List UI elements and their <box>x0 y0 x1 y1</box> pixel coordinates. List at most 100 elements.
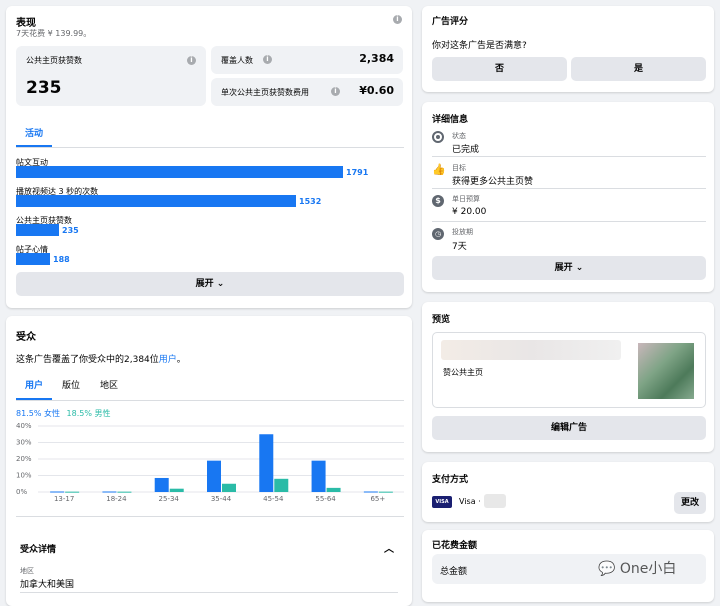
info-icon[interactable]: i <box>393 15 402 24</box>
x-tick-label: 13-17 <box>54 495 74 503</box>
y-tick-label: 0% <box>16 488 27 496</box>
bar-female-25-34[interactable] <box>154 477 169 492</box>
bar-male-55-64[interactable] <box>326 487 341 492</box>
bar-female-13-17[interactable] <box>50 491 65 493</box>
edit-ad-button[interactable]: 编辑广告 <box>432 416 706 440</box>
audience-desc-suffix: 。 <box>176 355 186 365</box>
bar-video-plays <box>16 195 296 207</box>
details-expand-button[interactable]: 展开 ⌄ <box>432 256 706 280</box>
info-icon[interactable]: i <box>263 55 272 64</box>
preview-caption: 赞公共主页 <box>443 368 483 377</box>
watermark-text: One小白 <box>619 561 677 577</box>
reach-value: 2,384 <box>359 52 394 65</box>
chart-svg: 40% 30% 20% 10% 0% 13-17 18-24 25-34 35-44 45-54 5… <box>16 422 404 503</box>
page-likes-value: 235 <box>26 78 62 98</box>
chevron-up-icon[interactable]: ︿ <box>384 540 394 555</box>
performance-title: 表现 <box>16 18 36 29</box>
wechat-icon: 💬 <box>598 561 616 577</box>
preview-title: 预览 <box>432 315 451 325</box>
detail-label: 投放期 <box>452 228 473 236</box>
legend-female: 81.5% 女性 <box>16 409 60 418</box>
bar-male-35-44[interactable] <box>222 483 236 492</box>
dollar-icon: $ <box>432 195 444 207</box>
tab-activity[interactable]: 活动 <box>25 126 43 139</box>
audience-title: 受众 <box>16 332 36 343</box>
detail-value: 已完成 <box>452 145 480 155</box>
divider <box>16 516 404 517</box>
x-tick-label: 55-64 <box>315 495 336 503</box>
bar-value: 235 <box>62 226 79 235</box>
bar-male-65+[interactable] <box>378 491 393 493</box>
divider <box>432 188 706 189</box>
blurred-card-number <box>484 494 506 508</box>
region-value: 加拿大和美国 <box>20 580 75 590</box>
rating-title: 广告评分 <box>432 17 469 27</box>
tab-users[interactable]: 用户 <box>25 378 43 391</box>
y-tick-label: 20% <box>16 455 32 463</box>
payment-card: 支付方式 VISA Visa · 更改 <box>422 462 714 522</box>
chart-legend: 81.5% 女性 18.5% 男性 <box>16 408 110 419</box>
bar-female-45-54[interactable] <box>259 434 274 492</box>
divider <box>16 147 404 148</box>
detail-label: 状态 <box>452 132 466 140</box>
bar-female-65+[interactable] <box>363 491 378 493</box>
total-label: 总金额 <box>440 567 468 577</box>
divider <box>16 400 404 401</box>
x-tick-label: 18-24 <box>106 495 127 503</box>
bar-male-25-34[interactable] <box>169 488 184 492</box>
bar-female-55-64[interactable] <box>311 460 326 492</box>
bar-male-18-24[interactable] <box>117 491 132 493</box>
bar-value: 1791 <box>346 168 369 177</box>
bar-page-likes <box>16 224 59 236</box>
detail-label: 目标 <box>452 164 466 172</box>
info-icon[interactable]: i <box>187 56 196 65</box>
no-button[interactable]: 否 <box>432 57 567 81</box>
reach-box: 覆盖人数 i 2,384 <box>211 46 403 74</box>
bar-male-45-54[interactable] <box>274 478 289 492</box>
thumbs-up-icon: 👍 <box>432 163 446 176</box>
rating-card: 广告评分 你对这条广告是否满意? 否 是 <box>422 6 714 92</box>
audience-description: 这条广告覆盖了你受众中的2,384位用户。 <box>16 352 186 365</box>
age-gender-chart: 40% 30% 20% 10% 0% 13-17 18-24 25-34 35-44 45-54 5… <box>6 420 412 510</box>
x-tick-label: 65+ <box>370 495 385 503</box>
x-tick-label: 35-44 <box>211 495 232 503</box>
spent-title: 已花费金额 <box>432 541 478 551</box>
cost-box: 单次公共主页获赞数费用 i ¥0.60 <box>211 78 403 106</box>
page-likes-box: 公共主页获赞数 i 235 <box>16 46 206 106</box>
rating-question: 你对这条广告是否满意? <box>432 41 527 51</box>
audience-details-title: 受众详情 <box>20 545 57 555</box>
tab-placement[interactable]: 版位 <box>62 378 80 391</box>
blurred-thumbnail-image <box>638 343 694 399</box>
bar-male-13-17[interactable] <box>65 491 80 493</box>
y-tick-label: 40% <box>16 422 32 430</box>
users-link[interactable]: 用户 <box>159 355 177 365</box>
bar-female-18-24[interactable] <box>102 491 117 493</box>
details-card: 详细信息 状态 已完成 👍 目标 获得更多公共主页赞 $ 单日预算 ¥ 20.0… <box>422 102 714 292</box>
x-tick-label: 25-34 <box>159 495 180 503</box>
status-icon <box>432 131 444 143</box>
x-tick-label: 45-54 <box>263 495 284 503</box>
info-icon[interactable]: i <box>331 87 340 96</box>
change-payment-button[interactable]: 更改 <box>674 492 706 514</box>
stopwatch-icon: ◷ <box>432 228 444 240</box>
bar-female-35-44[interactable] <box>207 460 221 492</box>
detail-value: 7天 <box>452 242 467 252</box>
page-likes-label: 公共主页获赞数 <box>26 56 82 65</box>
bar-reactions <box>16 253 50 265</box>
visa-card-icon: VISA <box>432 496 452 508</box>
blurred-header-image <box>441 340 621 360</box>
yes-button[interactable]: 是 <box>571 57 706 81</box>
ad-preview-frame[interactable]: 赞公共主页 <box>432 332 706 408</box>
region-label: 地区 <box>20 567 34 575</box>
detail-value: 获得更多公共主页赞 <box>452 177 534 187</box>
expand-button[interactable]: 展开 ⌄ <box>16 272 404 296</box>
y-tick-label: 30% <box>16 439 32 447</box>
payment-title: 支付方式 <box>432 475 469 485</box>
detail-value: ¥ 20.00 <box>452 207 487 217</box>
bar-value: 1532 <box>299 197 322 206</box>
cost-label: 单次公共主页获赞数费用 <box>221 88 309 97</box>
cost-value: ¥0.60 <box>359 84 394 97</box>
performance-subtitle: 7天花费 ¥ 139.99。 <box>16 29 92 38</box>
tab-region[interactable]: 地区 <box>100 378 118 391</box>
detail-label: 单日预算 <box>452 195 480 203</box>
